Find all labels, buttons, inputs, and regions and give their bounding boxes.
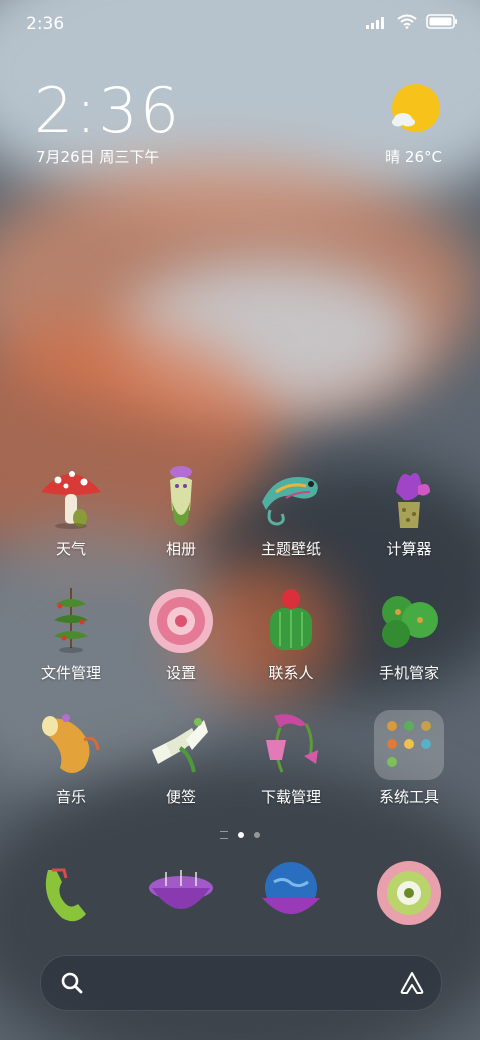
sun-cloud-icon[interactable] (390, 84, 442, 136)
app-downloads[interactable]: 下载管理 (236, 710, 346, 820)
horn-flower-icon (42, 714, 100, 773)
app-calculator[interactable]: 计算器 (354, 462, 464, 572)
pink-bellflower-icon (266, 714, 318, 773)
app-label: 系统工具 (378, 788, 439, 806)
pink-coral-icon (149, 589, 213, 653)
flower-camera-icon[interactable] (374, 858, 444, 928)
assistant-icon[interactable] (399, 970, 425, 996)
app-files[interactable]: 文件管理 (16, 586, 126, 696)
folder-icon (374, 710, 444, 780)
app-label: 主题壁纸 (260, 540, 321, 558)
app-label: 相册 (165, 540, 196, 558)
search-bar[interactable] (40, 955, 442, 1011)
lily-bundle-icon (152, 718, 208, 773)
cactus-strawberry-icon (270, 589, 312, 650)
app-weather[interactable]: 天气 (16, 462, 126, 572)
wifi-icon (397, 14, 417, 29)
search-icon[interactable] (59, 970, 85, 996)
page-indicator[interactable] (0, 828, 480, 842)
app-label: 天气 (55, 540, 86, 558)
mushroom-icon (41, 471, 101, 529)
clock-date: 7月26日 周三下午 (36, 148, 160, 166)
green-cactus-cluster-icon (382, 596, 438, 648)
app-themes[interactable]: 主题壁纸 (236, 462, 346, 572)
chameleon-icon (262, 477, 318, 526)
battery-icon (426, 14, 457, 29)
status-time: 2:36 (26, 14, 65, 34)
app-system-tools[interactable]: 系统工具 (354, 710, 464, 820)
app-contacts[interactable]: 联系人 (236, 586, 346, 696)
status-bar: 2:36 (0, 0, 480, 50)
app-label: 便签 (165, 788, 196, 806)
pitcher-plant-icon (170, 466, 192, 526)
app-settings[interactable]: 设置 (126, 586, 236, 696)
app-label: 计算器 (386, 540, 432, 558)
app-label: 文件管理 (40, 664, 101, 682)
weather-text: 晴 26°C (385, 148, 442, 166)
app-notes[interactable]: 便签 (126, 710, 236, 820)
app-gallery[interactable]: 相册 (126, 462, 236, 572)
app-music[interactable]: 音乐 (16, 710, 126, 820)
phone-sprout-icon[interactable] (36, 858, 106, 928)
app-security[interactable]: 手机管家 (354, 586, 464, 696)
app-label: 设置 (165, 664, 196, 682)
app-label: 联系人 (268, 664, 314, 682)
signal-icon (366, 16, 384, 29)
app-label: 手机管家 (378, 664, 439, 682)
purple-sphere-icon[interactable] (146, 858, 216, 928)
globe-bowl-icon[interactable] (256, 858, 326, 928)
menu-lines-icon (220, 831, 228, 839)
purple-flower-icon (396, 473, 430, 528)
app-label: 下载管理 (260, 788, 321, 806)
page-dot-active[interactable] (238, 832, 244, 838)
page-dot[interactable] (254, 832, 260, 838)
clock-time[interactable]: 2:36 (34, 78, 181, 144)
app-label: 音乐 (55, 788, 86, 806)
vine-tower-icon (54, 588, 88, 653)
